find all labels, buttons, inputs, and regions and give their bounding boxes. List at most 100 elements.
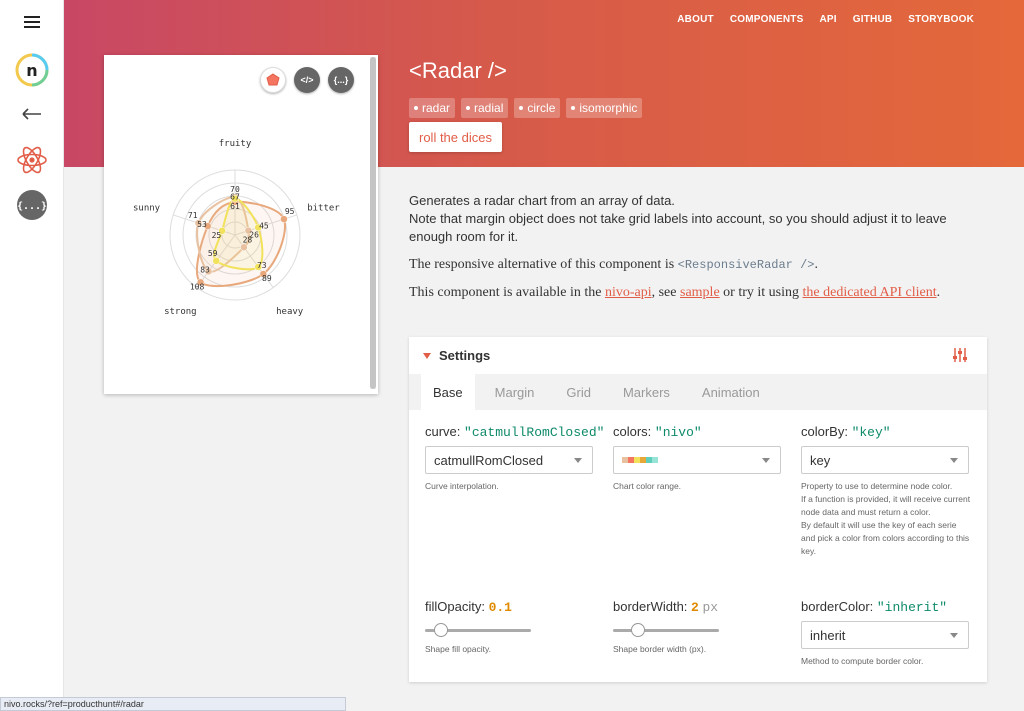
back-arrow-icon[interactable] — [14, 96, 50, 132]
radar-value-label: 59 — [208, 249, 218, 258]
tag-list: radar radial circle isomorphic — [409, 98, 643, 118]
slider-handle[interactable] — [631, 623, 646, 637]
api-icon[interactable]: {...} — [14, 187, 50, 223]
fill-opacity-control: fillOpacity: 0.1 Shape fill opacity. — [425, 599, 595, 656]
colorby-label: colorBy: "key" — [801, 424, 891, 440]
color-swatches — [622, 457, 658, 463]
radar-value-label: 67 — [230, 193, 240, 202]
border-color-select[interactable]: inherit — [801, 621, 969, 649]
chart-card-scrollbar[interactable] — [370, 57, 376, 389]
tab-animation[interactable]: Animation — [690, 374, 772, 410]
border-width-help: Shape border width (px). — [613, 644, 707, 654]
radar-value-label: 71 — [188, 211, 198, 220]
border-width-label: borderWidth: 2 px — [613, 599, 719, 615]
radar-value-label: 53 — [197, 220, 207, 229]
border-color-help: Method to compute border color. — [801, 656, 924, 666]
tag-radial: radial — [461, 98, 509, 118]
radar-chart: fruitybitterheavystrongsunny706761954526… — [133, 139, 340, 317]
chevron-down-icon — [762, 457, 770, 463]
desc-line-1: Generates a radar chart from an array of… — [409, 193, 675, 208]
radar-axis-label: fruity — [219, 139, 252, 149]
radar-value-label: 95 — [285, 207, 295, 216]
tab-markers[interactable]: Markers — [611, 374, 682, 410]
radar-axis-label: strong — [164, 307, 197, 317]
border-color-control: borderColor: "inherit" inherit Method to… — [801, 599, 971, 668]
react-icon[interactable] — [14, 142, 50, 178]
api-icon-glyph: {...} — [17, 201, 47, 212]
tag-circle: circle — [514, 98, 561, 118]
colors-help: Chart color range. — [613, 481, 682, 491]
colorby-help: Property to use to determine node color.… — [801, 481, 971, 556]
chart-view-icon[interactable] — [260, 67, 286, 93]
menu-icon[interactable] — [14, 4, 50, 40]
chevron-down-icon — [950, 457, 958, 463]
fill-opacity-help: Shape fill opacity. — [425, 644, 491, 654]
api-note: This component is available in the nivo-… — [409, 285, 941, 300]
border-width-slider[interactable] — [613, 623, 719, 637]
sample-link[interactable]: sample — [680, 285, 720, 300]
radar-value-label: 89 — [262, 274, 272, 283]
roll-dices-button[interactable]: roll the dices — [409, 122, 502, 152]
nivo-api-link[interactable]: nivo-api — [605, 285, 652, 300]
radar-value-label: 73 — [257, 261, 267, 270]
sidebar: n {...} — [0, 0, 64, 711]
nivo-logo[interactable]: n — [14, 52, 50, 88]
settings-tabs: Base Margin Grid Markers Animation — [409, 374, 987, 410]
data-icon[interactable]: {...} — [328, 67, 354, 93]
curve-control: curve: "catmullRomClosed" catmullRomClos… — [425, 424, 604, 493]
nav-about[interactable]: ABOUT — [677, 14, 714, 25]
nav-github[interactable]: GITHUB — [853, 14, 893, 25]
curve-label: curve: "catmullRomClosed" — [425, 424, 605, 440]
page-title: <Radar /> — [409, 58, 507, 83]
description: Generates a radar chart from an array of… — [409, 192, 989, 312]
tab-margin[interactable]: Margin — [483, 374, 547, 410]
radar-value-label: 108 — [190, 282, 205, 291]
fill-opacity-label: fillOpacity: 0.1 — [425, 599, 512, 615]
color-swatch — [652, 457, 658, 463]
code-icon[interactable]: </> — [294, 67, 320, 93]
desc-line-2: Note that margin object does not take gr… — [409, 211, 947, 244]
responsive-code: <ResponsiveRadar /> — [677, 258, 815, 272]
radar-axis-label: bitter — [307, 203, 340, 213]
curve-select[interactable]: catmullRomClosed — [425, 446, 593, 474]
radar-point — [280, 215, 288, 223]
nav-components[interactable]: COMPONENTS — [730, 14, 804, 25]
radar-value-label: 61 — [230, 202, 240, 211]
chart-card-actions: </> {...} — [260, 67, 354, 93]
tag-radar: radar — [409, 98, 456, 118]
radar-value-label: 25 — [212, 231, 222, 240]
nav-storybook[interactable]: STORYBOOK — [908, 14, 974, 25]
border-color-label: borderColor: "inherit" — [801, 599, 948, 615]
border-width-control: borderWidth: 2 px Shape border width (px… — [613, 599, 783, 656]
collapse-triangle-icon — [423, 352, 431, 359]
tab-grid[interactable]: Grid — [554, 374, 603, 410]
nivo-logo-letter: n — [26, 61, 37, 80]
chevron-down-icon — [950, 632, 958, 638]
tune-icon[interactable] — [951, 347, 969, 368]
chart-card: </> {...} fruity bitter heavy strong sunny 70… — [104, 55, 378, 394]
radar-axis-label: sunny — [133, 203, 161, 213]
slider-handle[interactable] — [434, 623, 449, 637]
fill-opacity-slider[interactable] — [425, 623, 531, 637]
status-bar-url: nivo.rocks/?ref=producthunt#/radar — [0, 697, 346, 711]
tab-base[interactable]: Base — [421, 374, 475, 410]
curve-help: Curve interpolation. — [425, 481, 499, 491]
nav-api[interactable]: API — [819, 14, 836, 25]
responsive-note: The responsive alternative of this compo… — [409, 257, 818, 272]
api-client-link[interactable]: the dedicated API client — [803, 285, 937, 300]
settings-title: Settings — [439, 348, 491, 363]
radar-axis-label: heavy — [276, 307, 304, 317]
radar-value-label: 28 — [243, 235, 253, 244]
radar-value-label: 83 — [200, 265, 210, 274]
radar-point — [240, 243, 248, 252]
settings-panel: Settings Base Margin Grid Markers Animat… — [409, 337, 987, 682]
colors-label: colors: "nivo" — [613, 424, 702, 440]
chevron-down-icon — [574, 457, 582, 463]
tag-isomorphic: isomorphic — [566, 98, 643, 118]
colorby-select[interactable]: key — [801, 446, 969, 474]
radar-point — [212, 257, 220, 265]
radar-value-label: 45 — [259, 221, 269, 230]
colorby-control: colorBy: "key" key Property to use to de… — [801, 424, 971, 558]
settings-header[interactable]: Settings — [409, 337, 987, 374]
colors-select[interactable] — [613, 446, 781, 474]
